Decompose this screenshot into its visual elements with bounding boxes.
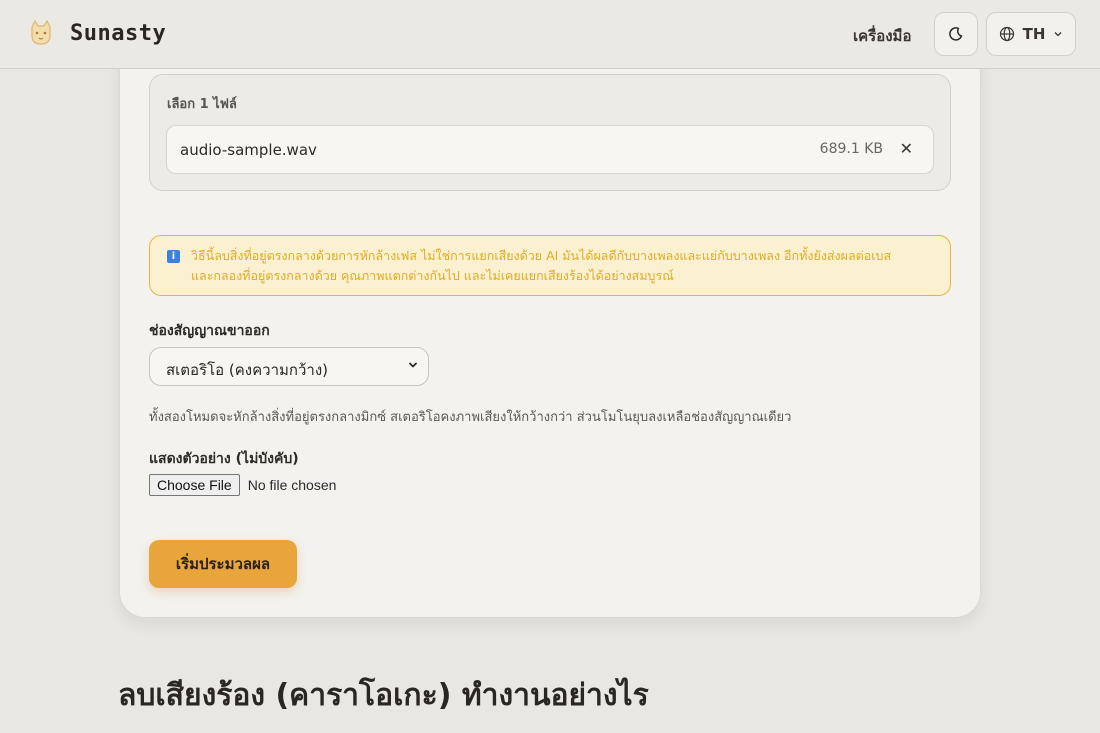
file-name: audio-sample.wav	[180, 141, 317, 159]
file-list-item: audio-sample.wav 689.1 KB ✕	[166, 125, 934, 174]
notice-line-2: และกลองที่อยู่ตรงกลางด้วย คุณภาพแตกต่างก…	[191, 268, 674, 283]
brand-name: Sunasty	[70, 20, 167, 46]
notice-line-1: วิธีนี้ลบสิ่งที่อยู่ตรงกลางด้วยการหักล้า…	[191, 248, 892, 263]
language-selector-button[interactable]: TH	[986, 12, 1076, 56]
output-channel-hint: ทั้งสองโหมดจะหักล้างสิ่งที่อยู่ตรงกลางมิ…	[149, 410, 792, 425]
moon-icon	[949, 27, 963, 41]
chevron-down-icon	[1054, 32, 1062, 37]
notice-text: วิธีนี้ลบสิ่งที่อยู่ตรงกลางด้วยการหักล้า…	[191, 246, 941, 286]
output-channel-selected-value: สเตอริโอ (คงความกว้าง)	[166, 361, 329, 379]
language-code: TH	[1022, 25, 1046, 43]
preview-label: แสดงตัวอย่าง (ไม่บังคับ)	[149, 451, 299, 467]
cat-logo-icon	[31, 19, 51, 45]
preview-file-input[interactable]: Choose File No file chosen	[149, 474, 336, 496]
start-processing-button[interactable]: เริ่มประมวลผล	[149, 540, 297, 588]
how-it-works-heading: ลบเสียงร้อง (คาราโอเกะ) ทำงานอย่างไร	[118, 678, 649, 713]
choose-file-button[interactable]: Choose File	[149, 474, 240, 496]
globe-icon	[999, 26, 1014, 42]
theme-toggle-button[interactable]	[934, 12, 978, 56]
output-channel-select[interactable]: สเตอริโอ (คงความกว้าง)	[149, 347, 429, 386]
output-channel-label: ช่องสัญญาณขาออก	[149, 323, 270, 339]
brand[interactable]: Sunasty	[26, 18, 166, 48]
info-notice: i วิธีนี้ลบสิ่งที่อยู่ตรงกลางด้วยการหักล…	[149, 235, 951, 296]
no-file-chosen-text: No file chosen	[247, 477, 337, 493]
selected-files-panel: เลือก 1 ไฟล์ audio-sample.wav 689.1 KB ✕	[149, 74, 951, 191]
top-navigation-bar: Sunasty เครื่องมือ TH	[0, 0, 1100, 69]
selected-files-count: เลือก 1 ไฟล์	[167, 97, 237, 112]
remove-file-button[interactable]: ✕	[900, 139, 913, 158]
nav-tools-link[interactable]: เครื่องมือ	[853, 24, 911, 48]
chevron-down-icon	[408, 362, 418, 368]
info-icon: i	[167, 250, 180, 263]
file-size: 689.1 KB	[819, 141, 883, 157]
